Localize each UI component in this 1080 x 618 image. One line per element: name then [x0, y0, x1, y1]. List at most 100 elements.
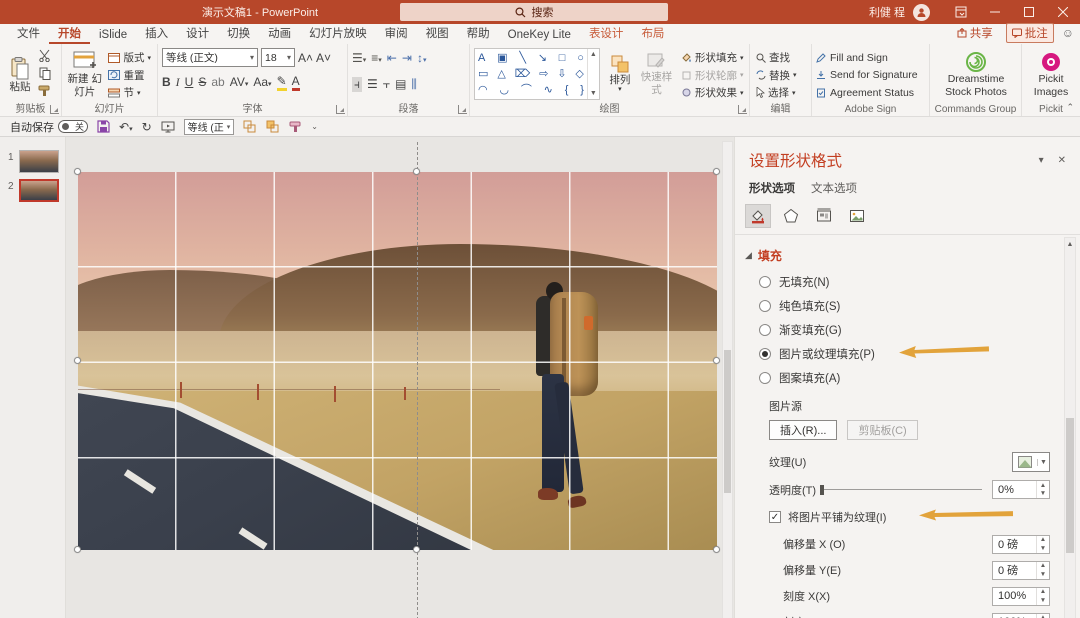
tab-help[interactable]: 帮助: [458, 23, 499, 44]
fill-option-picture[interactable]: 图片或纹理填充(P): [743, 342, 1050, 366]
font-size-combo[interactable]: 18▾: [261, 48, 295, 67]
font-color-button[interactable]: A: [292, 74, 300, 91]
shape-merge-icon[interactable]: [266, 120, 280, 133]
tab-review[interactable]: 审阅: [376, 23, 417, 44]
canvas-vertical-scrollbar[interactable]: [722, 141, 733, 618]
tab-islide[interactable]: iSlide: [90, 27, 136, 44]
insert-picture-button[interactable]: 插入(R)...: [769, 420, 837, 440]
tab-file[interactable]: 文件: [8, 23, 49, 44]
tab-slideshow[interactable]: 幻灯片放映: [300, 23, 376, 44]
copy-icon[interactable]: [38, 67, 51, 80]
pane-scrollbar[interactable]: ▲ ▼: [1064, 237, 1076, 618]
shape-effects-button[interactable]: 形状效果▾: [679, 84, 745, 101]
tab-table-design[interactable]: 表设计: [580, 23, 633, 44]
shapes-gallery[interactable]: A▣╲↘□○ ▭△⌦⇨⇩◇ ◠◡⌒∿{} ▲▼: [474, 48, 600, 100]
shape-outline-button[interactable]: 形状轮廓▾: [679, 67, 745, 84]
tab-design[interactable]: 设计: [177, 23, 218, 44]
redo-icon[interactable]: ↻: [142, 120, 152, 134]
slide-thumbnail-2[interactable]: 2: [0, 176, 65, 205]
font-name-combo[interactable]: 等线 (正文)▾: [162, 48, 258, 67]
tab-animations[interactable]: 动画: [259, 23, 300, 44]
replace-button[interactable]: 替换▾: [754, 67, 807, 84]
collapse-ribbon-icon[interactable]: ⌃: [1066, 102, 1074, 113]
section-collapse-icon[interactable]: ◢: [745, 250, 752, 261]
tab-onekey-lite[interactable]: OneKey Lite: [499, 27, 580, 44]
pickit-button[interactable]: Pickit Images: [1026, 48, 1076, 102]
tab-transitions[interactable]: 切换: [218, 23, 259, 44]
offset-x-spinbox[interactable]: 0 磅▲▼: [992, 535, 1050, 554]
ribbon-display-options-button[interactable]: [944, 0, 978, 24]
section-button[interactable]: 节 ▾: [106, 84, 153, 101]
align-left-icon[interactable]: ⫞: [352, 77, 362, 92]
pane-tab-shape-options[interactable]: 形状选项: [749, 180, 795, 196]
pane-close-icon[interactable]: ✕: [1058, 155, 1066, 166]
decrease-indent-icon[interactable]: ⇤: [387, 51, 397, 65]
transparency-slider[interactable]: [820, 483, 982, 497]
increase-font-icon[interactable]: A˄: [298, 51, 313, 65]
align-right-icon[interactable]: ⫟: [383, 77, 390, 92]
handle-bottom-center[interactable]: [413, 546, 420, 553]
picture-fill-shape[interactable]: [78, 172, 717, 550]
undo-icon[interactable]: ↶▾: [119, 120, 133, 134]
tab-home[interactable]: 开始: [49, 23, 90, 44]
maximize-button[interactable]: [1012, 0, 1046, 24]
offset-y-spinbox[interactable]: 0 磅▲▼: [992, 561, 1050, 580]
clipboard-paste-button[interactable]: 剪贴板(C): [847, 420, 917, 440]
layout-button[interactable]: 版式 ▾: [106, 49, 153, 66]
send-for-signature-button[interactable]: Send for Signature: [816, 67, 925, 84]
tile-picture-checkbox[interactable]: ✓将图片平铺为纹理(I): [743, 503, 1050, 531]
handle-top-center[interactable]: [413, 168, 420, 175]
justify-icon[interactable]: ▤: [395, 77, 406, 91]
shapes-gallery-scrollbar[interactable]: ▲▼: [587, 49, 599, 99]
decrease-font-icon[interactable]: A˅: [316, 51, 331, 65]
tab-view[interactable]: 视图: [417, 23, 458, 44]
columns-icon[interactable]: ⫼: [411, 77, 417, 92]
texture-dropdown[interactable]: ▼: [1012, 452, 1050, 472]
shape-fill-button[interactable]: 形状填充▾: [679, 49, 745, 66]
character-spacing-button[interactable]: AV▾: [230, 75, 249, 89]
qat-format-painter-icon[interactable]: [289, 121, 302, 133]
change-case-button[interactable]: Aa▾: [253, 75, 271, 89]
increase-indent-icon[interactable]: ⇥: [402, 51, 412, 65]
quick-styles-button[interactable]: 快速样式: [640, 48, 673, 100]
picture-icon[interactable]: [844, 204, 870, 228]
align-center-icon[interactable]: ☰: [367, 77, 378, 91]
minimize-button[interactable]: [978, 0, 1012, 24]
share-button[interactable]: 共享: [952, 24, 998, 42]
new-slide-button[interactable]: 新建 幻灯片: [66, 48, 103, 102]
paragraph-dialog-launcher[interactable]: [458, 105, 467, 114]
size-properties-icon[interactable]: [811, 204, 837, 228]
highlight-color-button[interactable]: ✎: [277, 74, 287, 91]
pane-tab-text-options[interactable]: 文本选项: [811, 180, 857, 196]
handle-bottom-right[interactable]: [713, 546, 720, 553]
fill-option-pattern[interactable]: 图案填充(A): [743, 366, 1050, 390]
transparency-spinbox[interactable]: 0% ▲▼: [992, 480, 1050, 499]
comments-button[interactable]: 批注: [1006, 23, 1054, 43]
agreement-status-button[interactable]: Agreement Status: [816, 84, 925, 101]
format-painter-icon[interactable]: [38, 85, 51, 97]
cut-icon[interactable]: [38, 49, 51, 62]
tab-layout[interactable]: 布局: [632, 23, 673, 44]
slide-thumbnail-1[interactable]: 1: [0, 147, 65, 176]
bold-button[interactable]: B: [162, 75, 171, 89]
text-shadow-button[interactable]: ab: [211, 75, 224, 89]
scale-x-spinbox[interactable]: 100%▲▼: [992, 587, 1050, 606]
pane-options-chevron-icon[interactable]: ▾: [1039, 155, 1044, 166]
underline-button[interactable]: U: [185, 75, 194, 89]
save-icon[interactable]: [97, 120, 110, 133]
qat-font-combo[interactable]: 等线 (正▾: [184, 119, 235, 135]
strikethrough-button[interactable]: S: [198, 75, 206, 89]
handle-bottom-left[interactable]: [74, 546, 81, 553]
find-button[interactable]: 查找: [754, 49, 807, 66]
user-name[interactable]: 利健 程: [869, 4, 905, 20]
fill-and-sign-button[interactable]: Fill and Sign: [816, 49, 925, 66]
start-slideshow-icon[interactable]: [161, 121, 175, 133]
font-dialog-launcher[interactable]: [336, 105, 345, 114]
feedback-smiley-icon[interactable]: ☺: [1062, 26, 1074, 40]
bullets-icon[interactable]: ☰▾: [352, 51, 366, 65]
dreamstime-button[interactable]: Dreamstime Stock Photos: [934, 48, 1018, 102]
paste-button[interactable]: 粘贴: [4, 48, 36, 102]
fill-option-solid[interactable]: 纯色填充(S): [743, 294, 1050, 318]
handle-middle-right[interactable]: [713, 357, 720, 364]
handle-top-right[interactable]: [713, 168, 720, 175]
